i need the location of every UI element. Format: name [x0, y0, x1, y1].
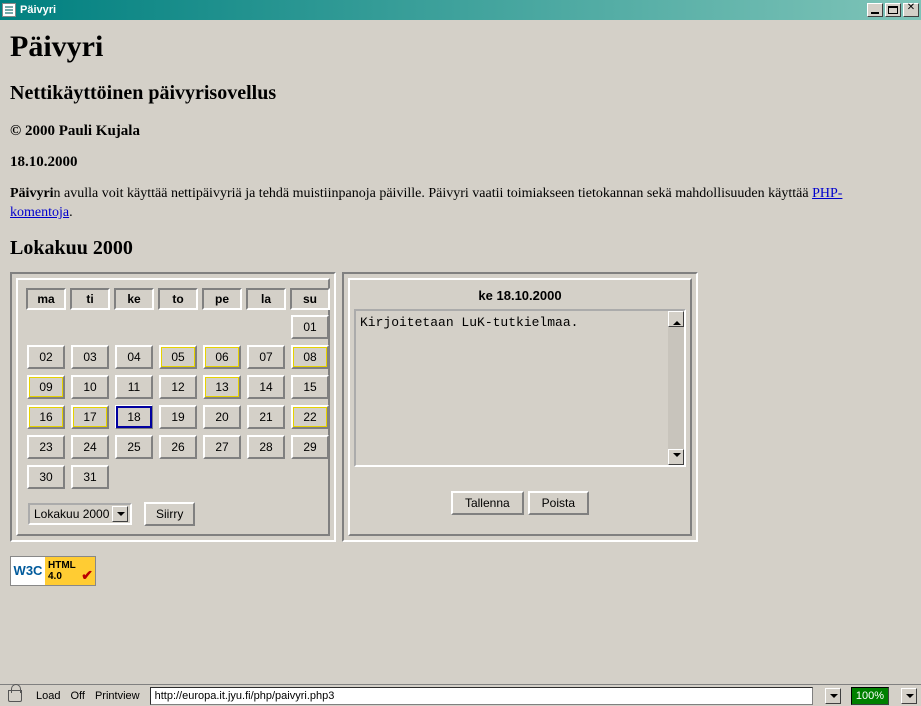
weekday-header: ke: [114, 288, 154, 310]
month-select[interactable]: Lokakuu 2000: [28, 503, 132, 525]
day-05[interactable]: 05: [159, 345, 197, 369]
page-date: 18.10.2000: [10, 154, 911, 171]
note-title: ke 18.10.2000: [354, 288, 686, 303]
weekday-header: la: [246, 288, 286, 310]
note-panel: ke 18.10.2000 Tallenna Poista: [342, 272, 698, 542]
day-03[interactable]: 03: [71, 345, 109, 369]
day-25[interactable]: 25: [115, 435, 153, 459]
weekday-header: pe: [202, 288, 242, 310]
scroll-track[interactable]: [668, 327, 684, 449]
minimize-button[interactable]: [867, 3, 883, 17]
page-subtitle: Nettikäyttöinen päivyrisovellus: [10, 82, 911, 105]
day-01[interactable]: 01: [291, 315, 329, 339]
day-04[interactable]: 04: [115, 345, 153, 369]
copyright-text: © 2000 Pauli Kujala: [10, 123, 911, 140]
day-12[interactable]: 12: [159, 375, 197, 399]
document-icon: [2, 3, 16, 17]
status-bar: Load Off Printview http://europa.it.jyu.…: [0, 684, 921, 706]
scroll-down-button[interactable]: [668, 449, 684, 465]
zoom-indicator[interactable]: 100%: [851, 687, 889, 705]
badge-version: 4.0: [48, 571, 62, 582]
day-06[interactable]: 06: [203, 345, 241, 369]
status-load[interactable]: Load: [36, 690, 60, 702]
month-heading: Lokakuu 2000: [10, 237, 911, 260]
day-28[interactable]: 28: [247, 435, 285, 459]
day-30[interactable]: 30: [27, 465, 65, 489]
day-10[interactable]: 10: [71, 375, 109, 399]
zoom-dropdown-button[interactable]: [901, 688, 917, 704]
weekday-header: su: [290, 288, 330, 310]
page-title: Päivyri: [10, 30, 911, 64]
day-11[interactable]: 11: [115, 375, 153, 399]
url-field[interactable]: http://europa.it.jyu.fi/php/paivyri.php3: [150, 687, 813, 705]
w3c-html40-badge[interactable]: W3C HTML 4.0 ✔: [10, 556, 96, 586]
day-02[interactable]: 02: [27, 345, 65, 369]
description-bold: Päivyri: [10, 186, 54, 201]
weekday-header: ti: [70, 288, 110, 310]
window-titlebar: Päivyri: [0, 0, 921, 20]
chevron-down-icon: [112, 506, 128, 522]
day-15[interactable]: 15: [291, 375, 329, 399]
badge-html: HTML: [48, 560, 76, 571]
month-select-value: Lokakuu 2000: [34, 507, 109, 521]
day-19[interactable]: 19: [159, 405, 197, 429]
checkmark-icon: ✔: [81, 567, 93, 584]
scroll-up-button[interactable]: [668, 311, 684, 327]
badge-w3c: W3C: [11, 557, 45, 585]
day-17[interactable]: 17: [71, 405, 109, 429]
url-text: http://europa.it.jyu.fi/php/paivyri.php3: [155, 690, 335, 702]
day-07[interactable]: 07: [247, 345, 285, 369]
day-16[interactable]: 16: [27, 405, 65, 429]
note-textarea[interactable]: [356, 311, 668, 465]
day-08[interactable]: 08: [291, 345, 329, 369]
status-off[interactable]: Off: [70, 690, 84, 702]
page-content: Päivyri Nettikäyttöinen päivyrisovellus …: [0, 20, 921, 680]
note-textarea-wrap: [354, 309, 686, 467]
go-button[interactable]: Siirry: [144, 502, 195, 526]
url-dropdown-button[interactable]: [825, 688, 841, 704]
description-text: Päivyrin avulla voit käyttää nettipäivyr…: [10, 185, 890, 223]
status-printview[interactable]: Printview: [95, 690, 140, 702]
day-26[interactable]: 26: [159, 435, 197, 459]
day-23[interactable]: 23: [27, 435, 65, 459]
weekday-header: to: [158, 288, 198, 310]
lock-icon: [8, 690, 22, 702]
delete-button[interactable]: Poista: [528, 491, 589, 515]
day-18[interactable]: 18: [115, 405, 153, 429]
calendar-panel: matiketopelasu 0102030405060708091011121…: [10, 272, 336, 542]
weekday-header: ma: [26, 288, 66, 310]
day-09[interactable]: 09: [27, 375, 65, 399]
day-21[interactable]: 21: [247, 405, 285, 429]
day-29[interactable]: 29: [291, 435, 329, 459]
day-14[interactable]: 14: [247, 375, 285, 399]
day-13[interactable]: 13: [203, 375, 241, 399]
day-22[interactable]: 22: [291, 405, 329, 429]
window-title: Päivyri: [20, 4, 56, 16]
day-24[interactable]: 24: [71, 435, 109, 459]
day-27[interactable]: 27: [203, 435, 241, 459]
maximize-button[interactable]: [885, 3, 901, 17]
save-button[interactable]: Tallenna: [451, 491, 524, 515]
close-button[interactable]: [903, 3, 919, 17]
calendar-table: matiketopelasu 0102030405060708091011121…: [22, 284, 334, 494]
day-31[interactable]: 31: [71, 465, 109, 489]
day-20[interactable]: 20: [203, 405, 241, 429]
